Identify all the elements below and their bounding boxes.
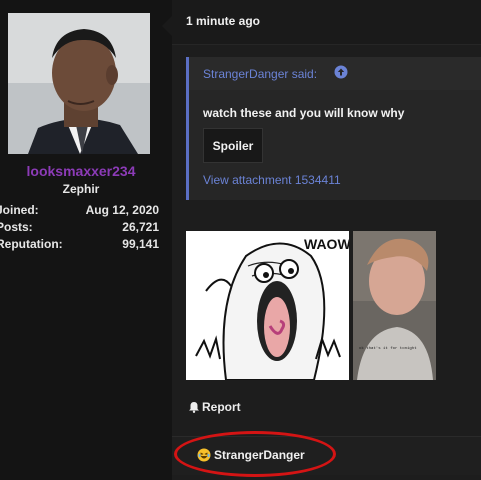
- username[interactable]: looksmaxxer234: [0, 163, 162, 179]
- report-label: Report: [202, 400, 241, 414]
- post-timestamp[interactable]: 1 minute ago: [186, 14, 260, 28]
- quote-header: StrangerDanger said:: [189, 57, 481, 90]
- highlight-circle: [174, 431, 336, 477]
- arrow-up-circle-icon[interactable]: [334, 65, 348, 79]
- post-body: 1 minute ago StrangerDanger said: watch …: [172, 0, 481, 480]
- reaction-bar: StrangerDanger: [172, 431, 481, 477]
- post-header: 1 minute ago: [172, 0, 481, 45]
- quote-author[interactable]: StrangerDanger said:: [203, 67, 317, 81]
- stat-label: Posts:: [0, 220, 33, 234]
- quote-text: watch these and you will know why: [203, 106, 405, 120]
- report-link[interactable]: Report: [188, 400, 241, 414]
- meme-caption: WAOW!: [304, 236, 349, 252]
- stat-value: Aug 12, 2020: [85, 203, 159, 217]
- stat-value: 26,721: [122, 220, 159, 234]
- photo-image[interactable]: ok that's it for tonight: [353, 231, 436, 380]
- stat-value: 99,141: [122, 237, 159, 251]
- photo-caption: ok that's it for tonight: [359, 346, 417, 351]
- stat-joined: Joined: Aug 12, 2020: [0, 203, 162, 220]
- quote-block: StrangerDanger said: watch these and you…: [186, 57, 481, 200]
- stat-label: Reputation:: [0, 237, 63, 251]
- post-pointer-arrow: [162, 16, 172, 36]
- attachment-link[interactable]: View attachment 1534411: [203, 173, 341, 187]
- bell-icon: [189, 402, 199, 413]
- stat-reputation: Reputation: 99,141: [0, 237, 162, 254]
- user-title: Zephir: [62, 182, 100, 196]
- meme-image-waow[interactable]: WAOW!: [186, 231, 349, 380]
- stat-label: Joined:: [0, 203, 39, 217]
- user-stats: Joined: Aug 12, 2020 Posts: 26,721 Reput…: [0, 203, 162, 254]
- avatar[interactable]: [8, 13, 150, 154]
- spoiler-button[interactable]: Spoiler: [203, 128, 263, 163]
- stat-posts: Posts: 26,721: [0, 220, 162, 237]
- user-sidebar: looksmaxxer234 Zephir Joined: Aug 12, 20…: [0, 0, 162, 480]
